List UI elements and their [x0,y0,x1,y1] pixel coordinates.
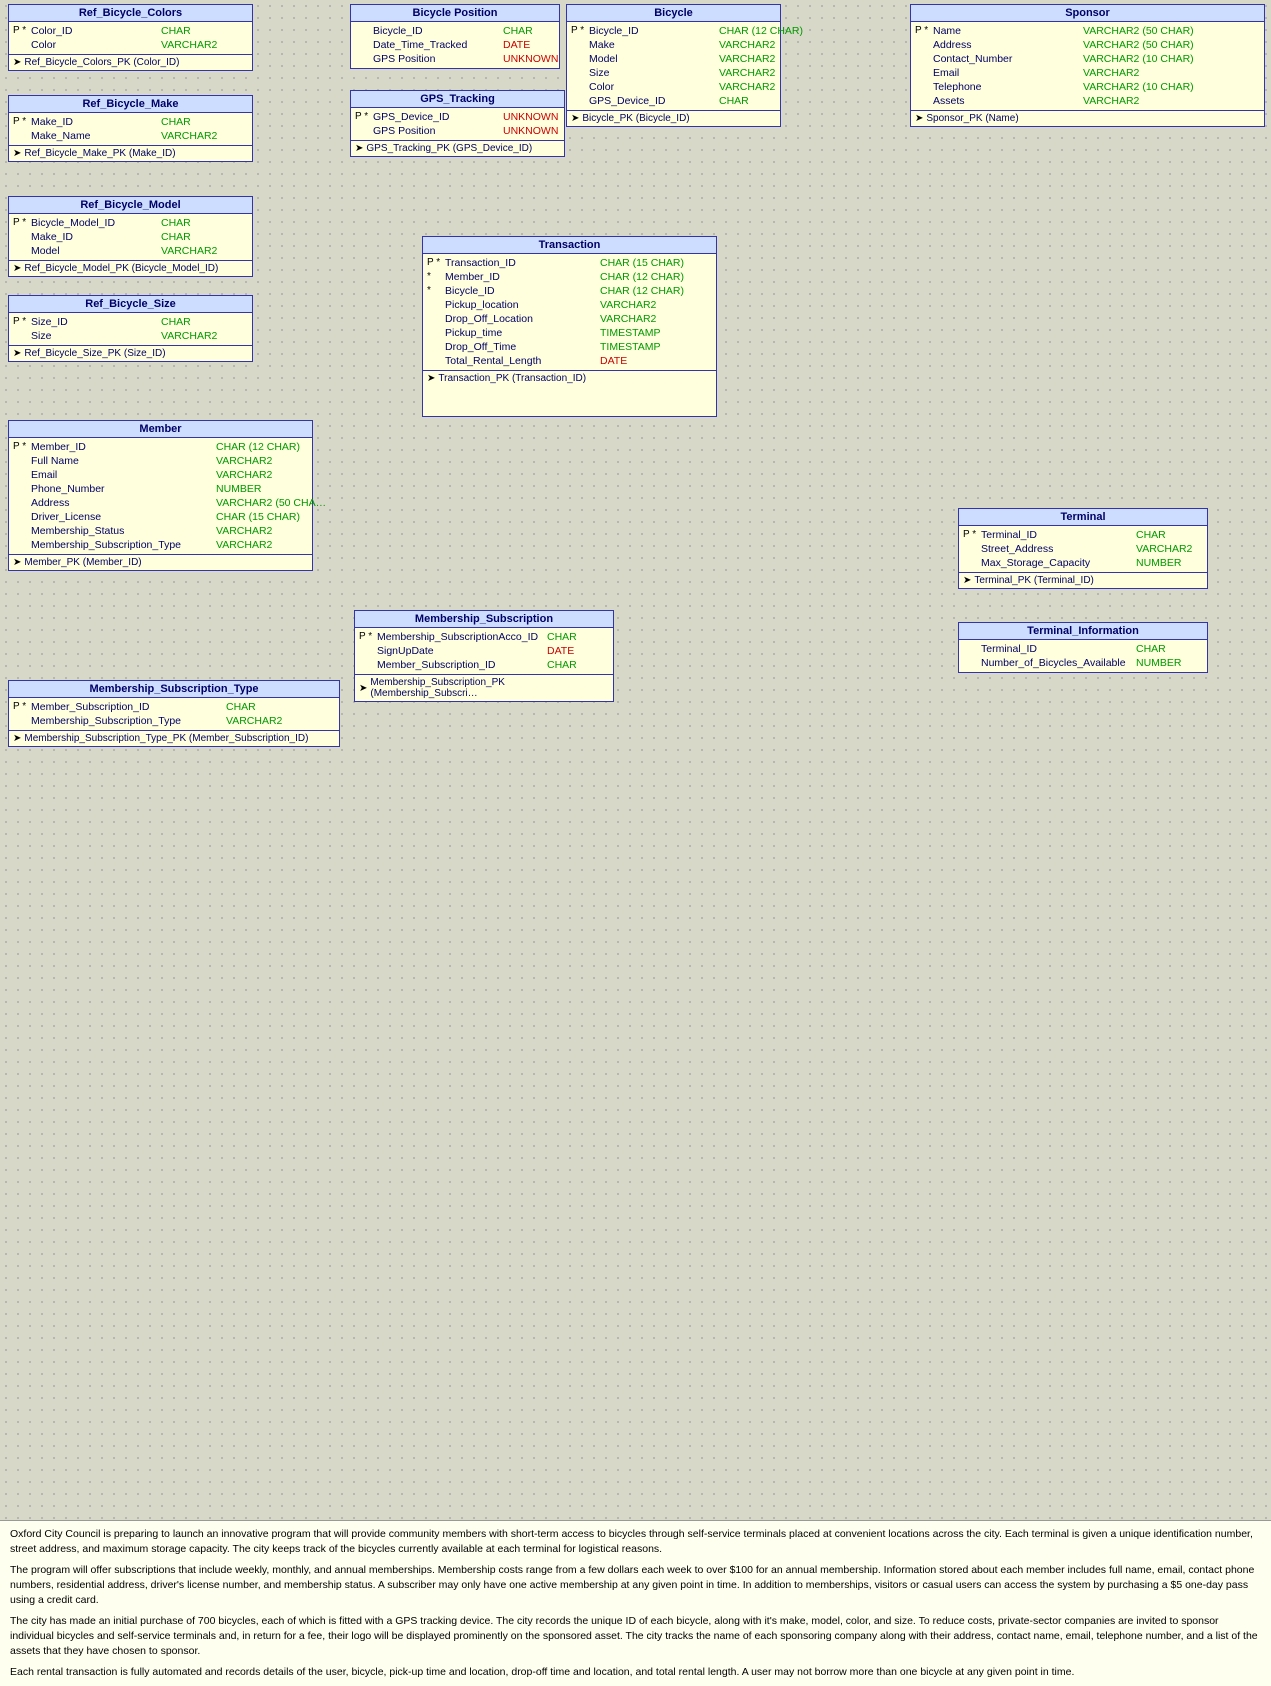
entity-ref-bicycle-size: Ref_Bicycle_Size P *Size_IDCHAR SizeVARC… [8,295,253,362]
description-area: Oxford City Council is preparing to laun… [0,1520,1271,1686]
entity-gps-tracking: GPS_Tracking P *GPS_Device_IDUNKNOWN GPS… [350,90,565,157]
entity-ref-bicycle-size-title: Ref_Bicycle_Size [9,296,252,313]
entity-bicycle-title: Bicycle [567,5,780,22]
description-paragraph-3: The city has made an initial purchase of… [10,1614,1261,1659]
entity-terminal-information: Terminal_Information Terminal_IDCHAR Num… [958,622,1208,673]
description-paragraph-1: Oxford City Council is preparing to laun… [10,1527,1261,1557]
entity-ref-bicycle-model-title: Ref_Bicycle_Model [9,197,252,214]
entity-transaction-title: Transaction [423,237,716,254]
entity-terminal-title: Terminal [959,509,1207,526]
entity-member: Member P *Member_IDCHAR (12 CHAR) Full N… [8,420,313,571]
description-paragraph-2: The program will offer subscriptions tha… [10,1563,1261,1608]
entity-membership-subscription-title: Membership_Subscription [355,611,613,628]
entity-bicycle: Bicycle P *Bicycle_IDCHAR (12 CHAR) Make… [566,4,781,127]
entity-membership-subscription-type-title: Membership_Subscription_Type [9,681,339,698]
entity-ref-bicycle-model: Ref_Bicycle_Model P *Bicycle_Model_IDCHA… [8,196,253,277]
entity-bicycle-position-title: Bicycle Position [351,5,559,22]
entity-ref-bicycle-colors-title: Ref_Bicycle_Colors [9,5,252,22]
entity-ref-bicycle-make-title: Ref_Bicycle_Make [9,96,252,113]
entity-sponsor: Sponsor P *NameVARCHAR2 (50 CHAR) Addres… [910,4,1265,127]
entity-terminal-information-title: Terminal_Information [959,623,1207,640]
entity-sponsor-title: Sponsor [911,5,1264,22]
entity-ref-bicycle-colors: Ref_Bicycle_Colors P *Color_IDCHAR Color… [8,4,253,71]
entity-gps-tracking-title: GPS_Tracking [351,91,564,108]
entity-bicycle-position: Bicycle Position Bicycle_IDCHAR Date_Tim… [350,4,560,69]
entity-membership-subscription-type: Membership_Subscription_Type P *Member_S… [8,680,340,747]
description-paragraph-4: Each rental transaction is fully automat… [10,1665,1261,1680]
diagram-area: Ref_Bicycle_Colors P *Color_IDCHAR Color… [0,0,1271,760]
entity-member-title: Member [9,421,312,438]
entity-ref-bicycle-make: Ref_Bicycle_Make P *Make_IDCHAR Make_Nam… [8,95,253,162]
entity-membership-subscription: Membership_Subscription P *Membership_Su… [354,610,614,702]
entity-terminal: Terminal P *Terminal_IDCHAR Street_Addre… [958,508,1208,589]
entity-transaction: Transaction P *Transaction_IDCHAR (15 CH… [422,236,717,417]
